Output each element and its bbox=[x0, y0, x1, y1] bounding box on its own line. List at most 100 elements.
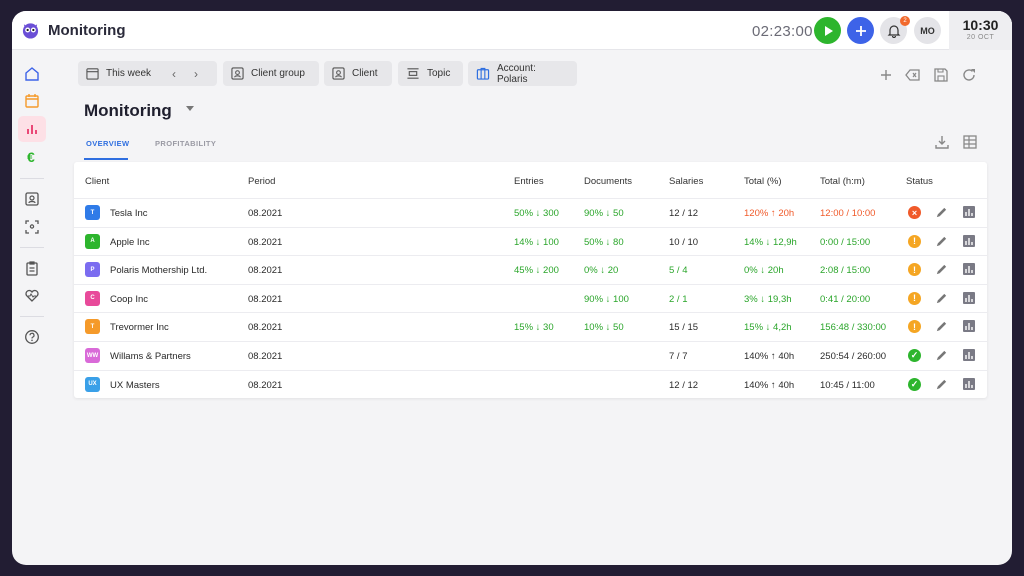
notification-badge: 2 bbox=[900, 16, 910, 26]
cell-total-hm: 10:45 / 11:00 bbox=[820, 379, 875, 391]
cell-total-pct: 140% ↑ 40h bbox=[744, 379, 795, 391]
edit-icon[interactable] bbox=[935, 235, 948, 248]
cell-client[interactable]: Willams & Partners bbox=[110, 351, 191, 362]
download-icon[interactable] bbox=[934, 134, 950, 150]
table-row[interactable]: UX UX Masters 08.2021 12 / 12 140% ↑ 40h 10:4… bbox=[74, 369, 987, 399]
client-avatar: UX bbox=[85, 376, 100, 392]
table-row[interactable]: WW Willams & Partners 08.2021 7 / 7 140% ↑ 4… bbox=[74, 341, 987, 370]
clear-icon[interactable] bbox=[905, 67, 921, 83]
sidebar-item-help[interactable] bbox=[18, 324, 46, 350]
play-icon bbox=[824, 25, 833, 36]
cell-salaries: 2 / 1 bbox=[669, 293, 688, 305]
sidebar-item-home[interactable] bbox=[18, 61, 46, 87]
edit-icon[interactable] bbox=[935, 349, 948, 362]
cell-client[interactable]: Apple Inc bbox=[110, 237, 150, 248]
cell-total-pct: 14% ↓ 12,9h bbox=[744, 236, 797, 248]
cell-period: 08.2021 bbox=[248, 351, 283, 362]
add-icon[interactable] bbox=[878, 67, 894, 83]
edit-icon[interactable] bbox=[935, 320, 948, 333]
monitoring-table: Client Period Entries Documents Salaries… bbox=[74, 162, 987, 398]
report-icon[interactable] bbox=[963, 263, 975, 276]
sidebar-item-monitoring[interactable] bbox=[18, 116, 46, 142]
status-warning-icon: ! bbox=[908, 234, 921, 248]
cell-total-pct: 0% ↓ 20h bbox=[744, 265, 784, 277]
sidebar-item-tasks[interactable] bbox=[18, 255, 46, 281]
start-timer-button[interactable] bbox=[814, 17, 841, 44]
column-header-period[interactable]: Period bbox=[248, 176, 275, 187]
sidebar-item-finance[interactable]: € bbox=[18, 144, 46, 170]
cell-salaries: 10 / 10 bbox=[669, 236, 699, 248]
column-header-entries[interactable]: Entries bbox=[514, 176, 544, 187]
refresh-icon[interactable] bbox=[961, 67, 977, 83]
table-row[interactable]: T Trevormer Inc 08.2021 15% ↓ 30 10% ↓ 50 15 … bbox=[74, 312, 987, 341]
cell-entries: 45% ↓ 200 bbox=[514, 265, 559, 277]
user-avatar[interactable]: MO bbox=[914, 17, 941, 44]
edit-icon[interactable] bbox=[935, 292, 948, 305]
add-entry-button[interactable] bbox=[847, 17, 874, 44]
column-header-total-pct[interactable]: Total (%) bbox=[744, 176, 781, 187]
cell-salaries: 5 / 4 bbox=[669, 265, 688, 277]
svg-text:€: € bbox=[27, 149, 35, 165]
cell-period: 08.2021 bbox=[248, 322, 283, 334]
contact-card-icon bbox=[231, 67, 244, 80]
cell-documents: 0% ↓ 20 bbox=[584, 265, 619, 277]
cell-salaries: 12 / 12 bbox=[669, 379, 699, 391]
cell-total-hm: 12:00 / 10:00 bbox=[820, 208, 876, 219]
edit-icon[interactable] bbox=[935, 206, 948, 219]
client-filter-label: Client bbox=[352, 68, 378, 79]
cell-client[interactable]: Coop Inc bbox=[110, 294, 148, 305]
heart-icon bbox=[25, 289, 39, 302]
sidebar-item-contacts[interactable] bbox=[18, 186, 46, 212]
column-header-status[interactable]: Status bbox=[906, 176, 933, 187]
client-group-filter[interactable]: Client group bbox=[223, 61, 319, 86]
period-filter[interactable]: This week ‹ › bbox=[78, 61, 217, 86]
cell-client[interactable]: Polaris Mothership Ltd. bbox=[110, 265, 207, 276]
save-icon[interactable] bbox=[933, 67, 949, 83]
report-icon[interactable] bbox=[963, 377, 975, 390]
edit-icon[interactable] bbox=[935, 378, 948, 391]
tab-profitability[interactable]: PROFITABILITY bbox=[155, 139, 216, 148]
cell-documents: 90% ↓ 50 bbox=[584, 208, 624, 219]
cell-client[interactable]: Tesla Inc bbox=[110, 208, 148, 219]
previous-period-button[interactable]: ‹ bbox=[172, 67, 176, 81]
client-filter[interactable]: Client bbox=[324, 61, 392, 86]
column-header-client[interactable]: Client bbox=[85, 176, 109, 187]
contact-card-icon bbox=[332, 67, 345, 80]
report-icon[interactable] bbox=[963, 234, 975, 247]
report-icon[interactable] bbox=[963, 206, 975, 218]
table-row[interactable]: A Apple Inc 08.2021 14% ↓ 100 50% ↓ 80 10 / 1… bbox=[74, 226, 987, 256]
table-icon[interactable] bbox=[962, 134, 978, 150]
sidebar-divider bbox=[20, 247, 44, 248]
cell-documents: 90% ↓ 100 bbox=[584, 293, 629, 305]
timer-display: 02:23:00 bbox=[752, 23, 813, 40]
topic-filter[interactable]: Topic bbox=[398, 61, 463, 86]
report-icon[interactable] bbox=[963, 320, 975, 333]
report-icon[interactable] bbox=[963, 291, 975, 304]
account-filter[interactable]: Account: Polaris bbox=[468, 61, 577, 86]
table-row[interactable]: C Coop Inc 08.2021 90% ↓ 100 2 / 1 3% ↓ 19,3h… bbox=[74, 283, 987, 313]
clock-date: 20 OCT bbox=[966, 34, 995, 41]
help-icon bbox=[25, 330, 39, 344]
status-warning-icon: ! bbox=[908, 291, 921, 305]
cell-total-pct: 3% ↓ 19,3h bbox=[744, 293, 792, 305]
sidebar-item-calendar[interactable] bbox=[18, 88, 46, 114]
edit-icon[interactable] bbox=[935, 263, 948, 276]
bell-icon bbox=[887, 24, 900, 38]
column-header-documents[interactable]: Documents bbox=[584, 176, 632, 187]
cell-client[interactable]: Trevormer Inc bbox=[110, 322, 169, 333]
sidebar-item-health[interactable] bbox=[18, 282, 46, 308]
sidebar: € bbox=[12, 51, 52, 565]
sidebar-item-scan[interactable] bbox=[18, 214, 46, 240]
calendar-icon bbox=[86, 68, 99, 80]
plus-icon bbox=[855, 25, 866, 36]
client-avatar: WW bbox=[85, 348, 100, 363]
cell-client[interactable]: UX Masters bbox=[110, 380, 160, 391]
tab-overview[interactable]: OVERVIEW bbox=[86, 139, 130, 148]
table-row[interactable]: P Polaris Mothership Ltd. 08.2021 45% ↓ 200… bbox=[74, 255, 987, 284]
column-header-salaries[interactable]: Salaries bbox=[669, 176, 703, 187]
title-dropdown-caret[interactable] bbox=[186, 106, 194, 111]
table-row[interactable]: T Tesla Inc 08.2021 50% ↓ 300 90% ↓ 50 12 / 1… bbox=[74, 198, 987, 227]
next-period-button[interactable]: › bbox=[194, 67, 198, 81]
report-icon[interactable] bbox=[963, 349, 975, 361]
column-header-total-hm[interactable]: Total (h:m) bbox=[820, 176, 865, 187]
